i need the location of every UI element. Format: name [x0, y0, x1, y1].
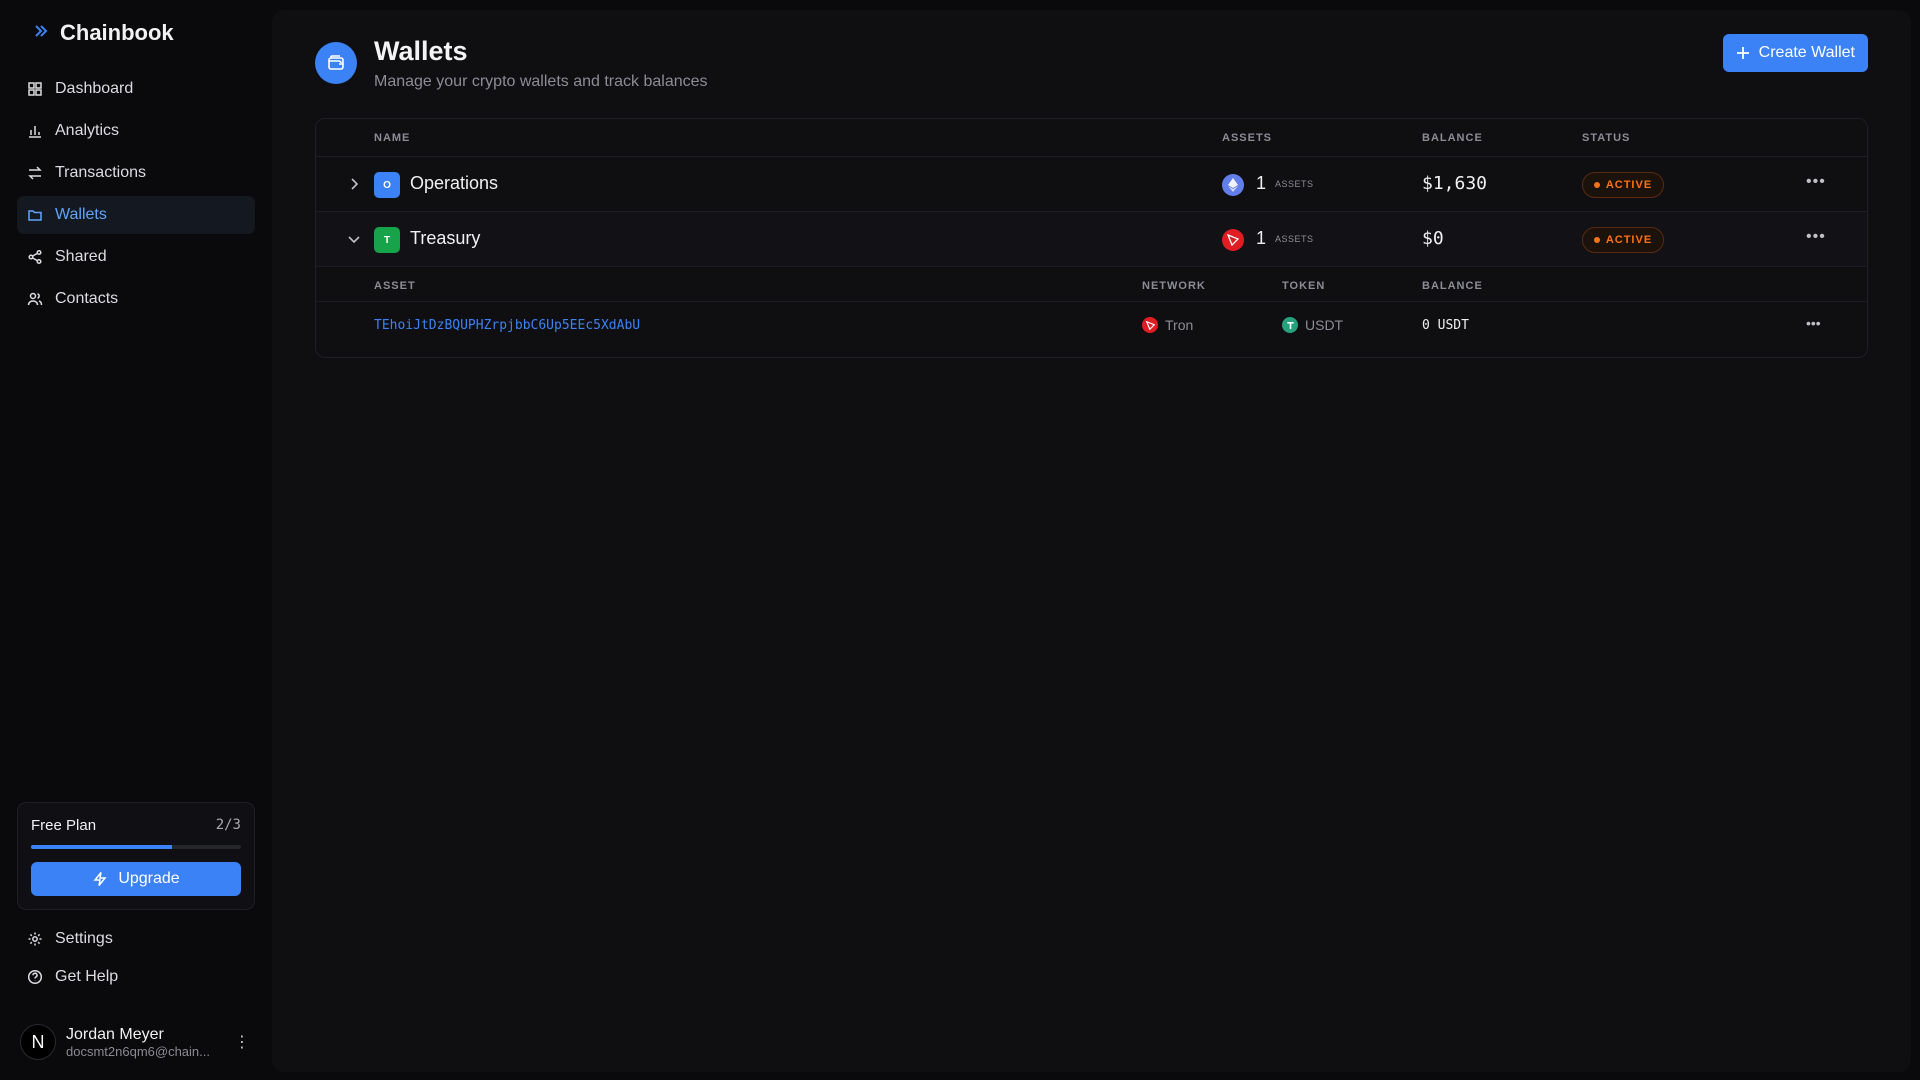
sidebar-item-label: Contacts [55, 290, 119, 307]
sidebar-item-label: Settings [55, 930, 113, 947]
sidebar-item-label: Shared [55, 248, 107, 265]
help-icon [27, 969, 43, 985]
asset-address-link[interactable]: TEhoiJtDzBQUPHZrpjbbC6Up5EEc5XdAbU [374, 318, 640, 333]
sidebar-item-analytics[interactable]: Analytics [17, 112, 255, 150]
plus-icon [1736, 47, 1749, 59]
sidebar-item-contacts[interactable]: Contacts [17, 280, 255, 318]
share-icon [28, 249, 42, 265]
table-row[interactable]: O Operations 1 ASSETS $1,630 ACTIVE ••• [316, 157, 1867, 212]
plan-card: Free Plan 2/3 Upgrade [17, 802, 255, 910]
network-name: Tron [1165, 317, 1194, 333]
wallet-icon [315, 42, 357, 84]
user-menu[interactable]: N Jordan Meyer docsmt2n6qm6@chain... ⋮ [20, 1019, 250, 1065]
create-wallet-label: Create Wallet [1758, 44, 1855, 61]
folder-icon [28, 210, 42, 221]
sidebar-item-transactions[interactable]: Transactions [17, 154, 255, 192]
status-dot [1593, 237, 1600, 243]
wallet-badge: O [374, 172, 400, 198]
column-header-name[interactable]: NAME [374, 132, 410, 144]
asset-balance: 0 USDT [1422, 318, 1469, 333]
sidebar-item-label: Wallets [55, 206, 107, 223]
brand-name: Chainbook [60, 20, 174, 45]
gear-icon [28, 932, 42, 946]
wallet-balance: $0 [1422, 228, 1444, 249]
column-header-network: NETWORK [1142, 280, 1206, 292]
sidebar-item-label: Analytics [55, 122, 120, 139]
network-cell: Tron [1142, 317, 1193, 333]
wallets-table: NAME ASSETS BALANCE STATUS O Operations … [315, 118, 1868, 358]
user-email: docsmt2n6qm6@chain... [66, 1043, 210, 1059]
asset-count: 1 [1256, 173, 1267, 193]
sidebar-item-label: Transactions [55, 164, 146, 181]
sidebar-item-shared[interactable]: Shared [17, 238, 255, 276]
ethereum-icon [1222, 174, 1244, 196]
sidebar-item-help[interactable]: Get Help [17, 958, 255, 996]
arrows-left-right-icon [28, 166, 42, 180]
lightning-icon [93, 872, 107, 886]
upgrade-button[interactable]: Upgrade [31, 862, 241, 896]
column-header-status[interactable]: STATUS [1582, 132, 1630, 144]
asset-subtable-header: ASSET NETWORK TOKEN BALANCE [316, 268, 1867, 302]
plan-name: Free Plan [31, 817, 97, 834]
chevron-right-icon[interactable] [346, 176, 362, 192]
table-header: NAME ASSETS BALANCE STATUS [316, 119, 1867, 157]
wallet-balance: $1,630 [1422, 173, 1488, 194]
asset-count-label: ASSETS [1275, 234, 1314, 244]
table-row[interactable]: T Treasury 1 ASSETS $0 ACTIVE ••• [316, 212, 1867, 267]
wallet-badge: T [374, 227, 400, 253]
more-horizontal-icon[interactable]: ••• [1806, 228, 1826, 246]
users-icon [27, 292, 43, 306]
more-horizontal-icon[interactable]: ••• [1806, 173, 1826, 191]
token-cell: USDT [1282, 317, 1343, 333]
sidebar-item-wallets[interactable]: Wallets [17, 196, 255, 234]
plan-usage-count: 2/3 [215, 817, 241, 833]
dashboard-icon [28, 82, 42, 96]
avatar: N [20, 1024, 56, 1060]
main-panel: Wallets Manage your crypto wallets and t… [272, 10, 1911, 1072]
tether-icon [1282, 317, 1298, 333]
chevron-down-icon[interactable] [346, 231, 362, 247]
page-title: Wallets [374, 36, 468, 66]
tron-icon [1222, 229, 1244, 251]
sidebar-item-dashboard[interactable]: Dashboard [17, 70, 255, 108]
column-header-balance: BALANCE [1422, 280, 1483, 292]
more-vertical-icon[interactable]: ⋮ [234, 1032, 250, 1052]
upgrade-label: Upgrade [118, 870, 180, 887]
column-header-asset: ASSET [374, 280, 416, 292]
sidebar-item-settings[interactable]: Settings [17, 920, 255, 958]
asset-row[interactable]: TEhoiJtDzBQUPHZrpjbbC6Up5EEc5XdAbU Tron … [316, 303, 1867, 349]
create-wallet-button[interactable]: Create Wallet [1722, 34, 1868, 72]
chevrons-right-icon [32, 23, 50, 44]
asset-count: 1 [1256, 228, 1267, 248]
column-header-assets[interactable]: ASSETS [1222, 132, 1272, 144]
wallet-name[interactable]: Operations [410, 173, 498, 194]
more-horizontal-icon[interactable]: ••• [1806, 315, 1821, 331]
sidebar-item-label: Get Help [55, 968, 119, 985]
user-name: Jordan Meyer [66, 1025, 164, 1043]
wallet-name[interactable]: Treasury [410, 228, 480, 249]
status-badge: ACTIVE [1582, 172, 1664, 198]
column-header-token: TOKEN [1282, 280, 1326, 292]
status-dot [1593, 182, 1600, 188]
bar-chart-icon [29, 126, 41, 138]
sidebar: Chainbook Dashboard Analytics Transactio… [0, 0, 270, 1080]
plan-progress-fill [31, 845, 172, 849]
asset-count-label: ASSETS [1275, 179, 1314, 189]
brand[interactable]: Chainbook [32, 20, 174, 46]
status-label: ACTIVE [1605, 234, 1653, 246]
sidebar-item-label: Dashboard [55, 80, 134, 97]
tron-icon [1142, 317, 1158, 333]
plan-progress-bar [31, 845, 241, 849]
bottom-nav: Settings Get Help [17, 920, 255, 996]
column-header-balance[interactable]: BALANCE [1422, 132, 1483, 144]
token-name: USDT [1305, 317, 1344, 333]
status-badge: ACTIVE [1582, 227, 1664, 253]
status-label: ACTIVE [1605, 179, 1653, 191]
page-subtitle: Manage your crypto wallets and track bal… [374, 73, 708, 90]
sidebar-nav: Dashboard Analytics Transactions Wallets… [17, 70, 255, 322]
